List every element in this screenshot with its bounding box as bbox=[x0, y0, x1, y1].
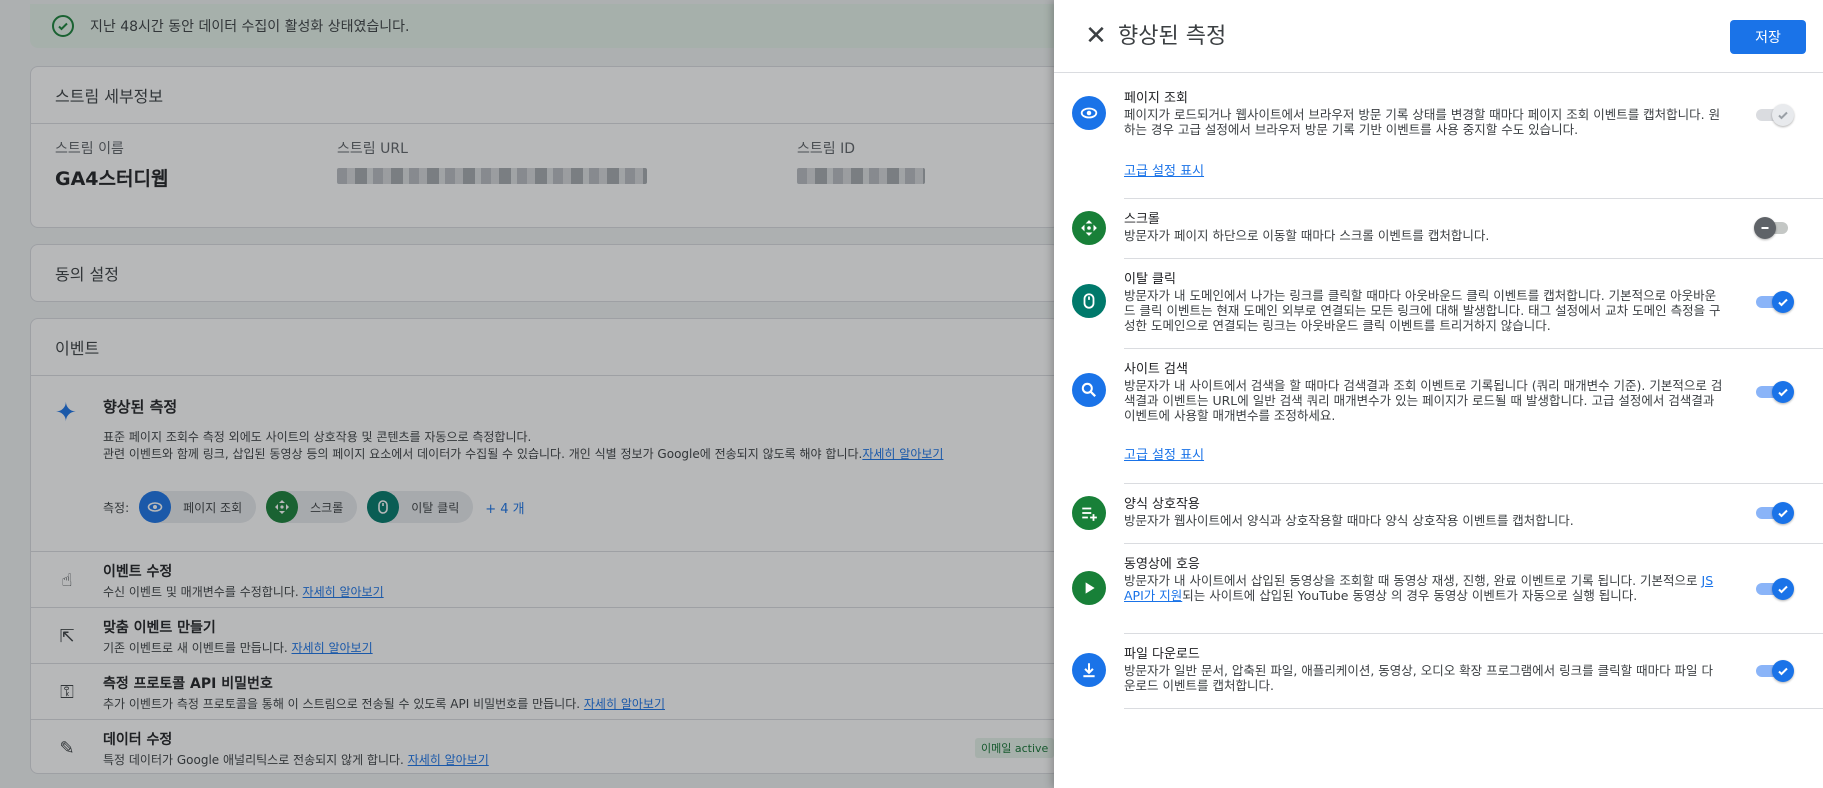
item-form-interactions: 양식 상호작용 방문자가 웹사이트에서 양식과 상호작용할 때마다 양식 상호작… bbox=[1054, 483, 1823, 543]
item-title: 페이지 조회 bbox=[1124, 91, 1188, 106]
item-outbound-click: 이탈 클릭 방문자가 내 도메인에서 나가는 링크를 클릭할 때마다 아웃바운드… bbox=[1054, 258, 1823, 348]
search-icon bbox=[1072, 373, 1106, 407]
item-desc: 방문자가 내 도메인에서 나가는 링크를 클릭할 때마다 아웃바운드 클릭 이벤… bbox=[1124, 288, 1721, 333]
page-view-advanced-link[interactable]: 고급 설정 표시 bbox=[1124, 160, 1204, 179]
item-title: 스크롤 bbox=[1124, 212, 1160, 227]
enhanced-measurement-panel: ✕ 향상된 측정 저장 페이지 조회 페이지가 로드되거나 웹사이트에서 브라우… bbox=[1054, 0, 1823, 788]
item-desc: 페이지가 로드되거나 웹사이트에서 브라우저 방문 기록 상태를 변경할 때마다… bbox=[1124, 107, 1721, 137]
item-title: 양식 상호작용 bbox=[1124, 497, 1200, 512]
item-scroll: 스크롤 방문자가 페이지 하단으로 이동할 때마다 스크롤 이벤트를 캡처합니다… bbox=[1054, 198, 1823, 258]
item-desc: 방문자가 페이지 하단으로 이동할 때마다 스크롤 이벤트를 캡처합니다. bbox=[1124, 228, 1490, 243]
download-icon bbox=[1072, 653, 1106, 687]
item-page-view: 페이지 조회 페이지가 로드되거나 웹사이트에서 브라우저 방문 기록 상태를 … bbox=[1054, 72, 1823, 198]
panel-header: ✕ 향상된 측정 저장 bbox=[1054, 0, 1823, 72]
form-interactions-toggle[interactable] bbox=[1756, 502, 1794, 524]
eye-icon bbox=[1072, 96, 1106, 130]
close-icon[interactable]: ✕ bbox=[1082, 22, 1110, 50]
item-title: 파일 다운로드 bbox=[1124, 647, 1200, 662]
site-search-toggle[interactable] bbox=[1756, 381, 1794, 403]
play-icon bbox=[1072, 571, 1106, 605]
item-title: 사이트 검색 bbox=[1124, 362, 1188, 377]
page-view-toggle bbox=[1756, 104, 1794, 126]
video-engagement-toggle[interactable] bbox=[1756, 578, 1794, 600]
site-search-advanced-link[interactable]: 고급 설정 표시 bbox=[1124, 444, 1204, 463]
outbound-click-toggle[interactable] bbox=[1756, 291, 1794, 313]
scroll-toggle[interactable] bbox=[1754, 217, 1792, 239]
item-desc: 방문자가 내 사이트에서 삽입된 동영상을 조회할 때 동영상 재생, 진행, … bbox=[1124, 573, 1714, 603]
item-title: 동영상에 호응 bbox=[1124, 557, 1200, 572]
scroll-icon bbox=[1072, 211, 1106, 245]
item-site-search: 사이트 검색 방문자가 내 사이트에서 검색을 할 때마다 검색결과 조회 이벤… bbox=[1054, 348, 1823, 483]
item-desc: 방문자가 일반 문서, 압축된 파일, 애플리케이션, 동영상, 오디오 확장 … bbox=[1124, 663, 1714, 693]
item-title: 이탈 클릭 bbox=[1124, 272, 1176, 287]
mouse-icon bbox=[1072, 284, 1106, 318]
save-button[interactable]: 저장 bbox=[1730, 20, 1806, 54]
item-desc: 방문자가 내 사이트에서 검색을 할 때마다 검색결과 조회 이벤트로 기록됩니… bbox=[1124, 378, 1723, 423]
playlist-add-icon bbox=[1072, 496, 1106, 530]
file-downloads-toggle[interactable] bbox=[1756, 660, 1794, 682]
panel-title: 향상된 측정 bbox=[1118, 24, 1227, 49]
item-file-downloads: 파일 다운로드 방문자가 일반 문서, 압축된 파일, 애플리케이션, 동영상,… bbox=[1054, 633, 1823, 708]
item-video-engagement: 동영상에 호응 방문자가 내 사이트에서 삽입된 동영상을 조회할 때 동영상 … bbox=[1054, 543, 1823, 633]
item-desc: 방문자가 웹사이트에서 양식과 상호작용할 때마다 양식 상호작용 이벤트를 캡… bbox=[1124, 513, 1574, 528]
